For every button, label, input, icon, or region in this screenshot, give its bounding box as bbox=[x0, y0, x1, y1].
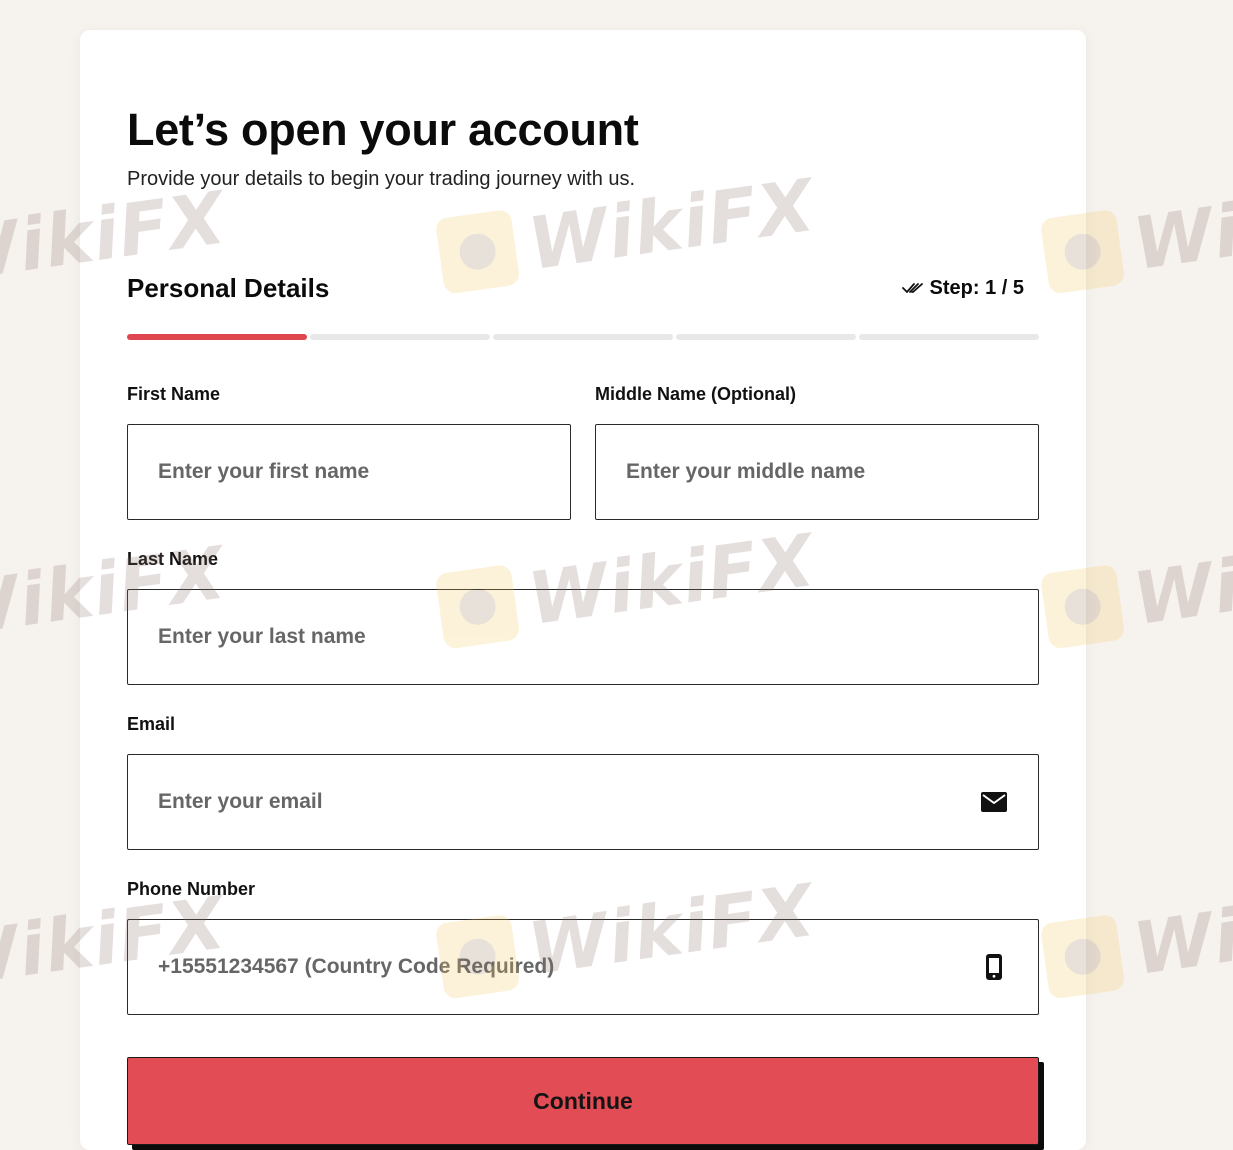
middle-name-input[interactable] bbox=[596, 425, 1038, 519]
progress-segment bbox=[310, 334, 490, 340]
page-subtitle: Provide your details to begin your tradi… bbox=[127, 168, 636, 190]
step-indicator: Step: 1 / 5 bbox=[901, 274, 1024, 302]
step-progress-bar bbox=[127, 334, 1039, 340]
progress-segment bbox=[127, 334, 307, 340]
phone-number-label: Phone Number bbox=[127, 879, 256, 899]
middle-name-field bbox=[595, 424, 1039, 520]
phone-number-field bbox=[127, 919, 1039, 1015]
step-label: Step: 1 / 5 bbox=[929, 276, 1024, 299]
page-title: Let’s open your account bbox=[127, 104, 639, 155]
progress-segment bbox=[493, 334, 673, 340]
double-check-icon bbox=[901, 281, 924, 295]
last-name-field bbox=[127, 589, 1039, 685]
first-name-label: First Name bbox=[127, 384, 221, 404]
mobile-phone-icon bbox=[980, 953, 1008, 981]
email-input[interactable] bbox=[128, 755, 1038, 849]
first-name-field bbox=[127, 424, 571, 520]
last-name-input[interactable] bbox=[128, 590, 1038, 684]
progress-segment bbox=[859, 334, 1039, 340]
envelope-icon bbox=[980, 788, 1008, 816]
signup-card: Let’s open your account Provide your det… bbox=[80, 30, 1086, 1150]
middle-name-label: Middle Name (Optional) bbox=[595, 384, 797, 404]
continue-button[interactable]: Continue bbox=[127, 1057, 1039, 1145]
progress-segment bbox=[676, 334, 856, 340]
watermark-text: WikiFX bbox=[1128, 867, 1233, 992]
first-name-input[interactable] bbox=[128, 425, 570, 519]
phone-number-input[interactable] bbox=[128, 920, 1038, 1014]
email-label: Email bbox=[127, 714, 176, 734]
last-name-label: Last Name bbox=[127, 549, 219, 569]
watermark-text: WikiFX bbox=[1128, 162, 1233, 287]
section-title: Personal Details bbox=[127, 273, 330, 303]
watermark-text: WikiFX bbox=[1128, 517, 1233, 642]
email-field bbox=[127, 754, 1039, 850]
